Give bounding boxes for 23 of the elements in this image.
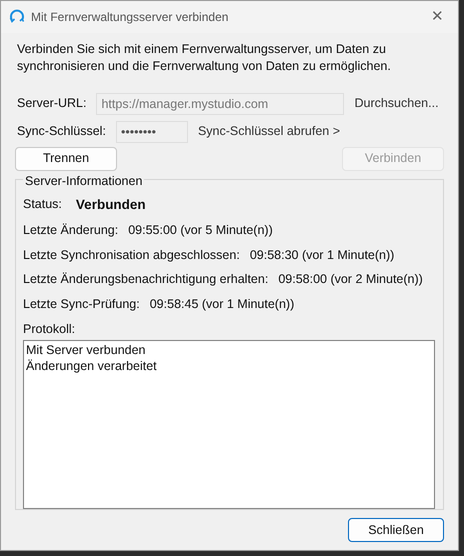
- sync-icon: [9, 9, 25, 25]
- field-label: Sync-Schlüssel:: [17, 123, 106, 140]
- info-value: 09:58:30 (vor 1 Minute(n)): [250, 246, 394, 264]
- info-label: Letzte Synchronisation abgeschlossen:: [23, 246, 240, 264]
- close-dialog-button[interactable]: Schließen: [348, 518, 444, 542]
- info-value: 09:55:00 (vor 5 Minute(n)): [128, 222, 273, 239]
- status-value: Verbunden: [76, 196, 146, 214]
- log-label: Protokoll:: [23, 320, 76, 338]
- status-label: Status:: [23, 196, 62, 212]
- log-line: Mit Server verbunden: [26, 342, 147, 358]
- info-value: 09:58:45 (vor 1 Minute(n)): [150, 296, 294, 313]
- info-label: Letzte Sync-Prüfung:: [23, 296, 140, 313]
- window-title: Mit Fernverwaltungsserver verbinden: [31, 9, 230, 26]
- key-field[interactable]: ••••••••: [116, 120, 188, 143]
- info-label: Letzte Änderung:: [23, 222, 118, 239]
- description-text: Verbinden Sie sich mit einem Fernverwaltungsserver, um Daten zu synchronisieren und die Fernverwaltung von Daten zu ermöglichen.: [17, 41, 392, 75]
- info-label: Letzte Änderungsbenachrichtigung erhalten:: [23, 271, 268, 288]
- get-key-link[interactable]: Sync-Schlüssel abrufen >: [198, 122, 340, 142]
- log-line: Änderungen verarbeitet: [26, 358, 158, 376]
- action-button[interactable]: Trennen: [15, 146, 117, 171]
- field-label: Server-URL:: [17, 95, 86, 112]
- close-button[interactable]: ✕: [425, 6, 450, 28]
- info-value: 09:58:00 (vor 2 Minute(n)): [278, 271, 423, 288]
